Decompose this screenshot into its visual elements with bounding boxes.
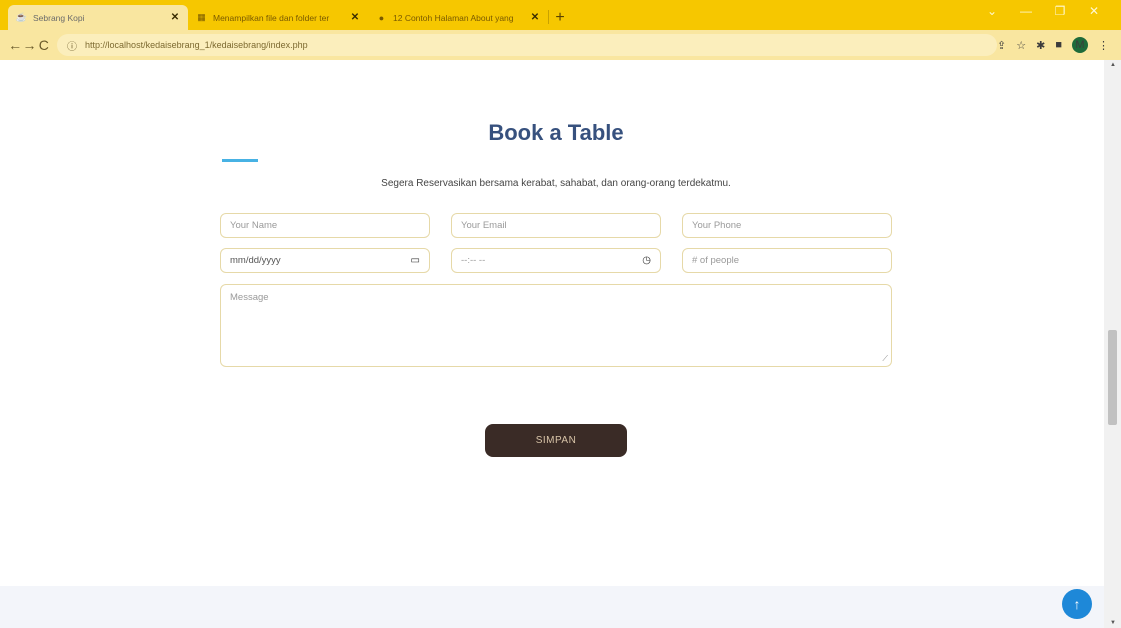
back-to-top-button[interactable]: ↑ xyxy=(1062,589,1092,619)
date-field[interactable]: mm/dd/yyyy ▭ xyxy=(220,248,430,273)
calendar-icon[interactable]: ▭ xyxy=(411,255,420,266)
tab-title: Sebrang Kopi xyxy=(33,12,85,23)
page-favicon-icon: ☕ xyxy=(15,12,28,22)
tab-menampilkan-file[interactable]: ▦ Menampilkan file dan folder ter ✕ xyxy=(188,5,368,30)
close-icon[interactable]: ✕ xyxy=(350,12,360,23)
profile-avatar[interactable]: M xyxy=(1072,37,1088,53)
message-placeholder: Message xyxy=(230,292,269,303)
window-controls: ⌄ — ❐ ✕ xyxy=(975,4,1111,18)
close-icon[interactable]: ✕ xyxy=(170,12,180,23)
minimize-icon[interactable]: — xyxy=(1009,4,1043,18)
title-underline xyxy=(222,159,258,162)
date-value: mm/dd/yyyy xyxy=(230,255,281,266)
submit-button[interactable]: SIMPAN xyxy=(485,424,627,457)
url-text: http://localhost/kedaisebrang_1/kedaiseb… xyxy=(85,40,308,50)
tab-search-icon[interactable]: ⌄ xyxy=(975,4,1009,18)
site-favicon-icon: ● xyxy=(378,12,385,23)
section-subtitle: Segera Reservasikan bersama kerabat, sah… xyxy=(381,178,731,189)
tab-contoh-halaman[interactable]: ● 12 Contoh Halaman About yang ✕ xyxy=(368,5,548,30)
time-field[interactable]: --:-- -- ◷ xyxy=(451,248,661,273)
forward-icon[interactable]: → xyxy=(22,37,37,53)
menu-icon[interactable]: ⋮ xyxy=(1098,39,1109,52)
toolbar-actions: ⇪ ☆ ✱ ■ M ⋮ xyxy=(997,37,1113,53)
window-close-icon[interactable]: ✕ xyxy=(1077,4,1111,18)
people-field[interactable]: # of people xyxy=(682,248,892,273)
microsoft-favicon-icon: ▦ xyxy=(197,12,206,22)
time-value: --:-- -- xyxy=(461,255,486,266)
people-placeholder: # of people xyxy=(692,255,740,266)
bookmark-star-icon[interactable]: ☆ xyxy=(1016,39,1026,52)
section-title: Book a Table xyxy=(488,120,624,145)
extensions-icon[interactable]: ✱ xyxy=(1036,39,1045,52)
scrollbar-thumb[interactable] xyxy=(1108,330,1117,425)
name-placeholder: Your Name xyxy=(230,220,278,231)
site-info-icon[interactable]: ⓘ xyxy=(67,38,77,53)
email-field[interactable]: Your Email xyxy=(451,213,661,238)
address-bar[interactable]: ⓘ http://localhost/kedaisebrang_1/kedais… xyxy=(57,34,998,56)
phone-field[interactable]: Your Phone xyxy=(682,213,892,238)
sidepanel-icon[interactable]: ■ xyxy=(1055,39,1062,51)
phone-placeholder: Your Phone xyxy=(692,220,742,231)
tab-sebrang-kopi[interactable]: ☕ Sebrang Kopi ✕ xyxy=(8,5,188,30)
browser-toolbar: ← → C ⓘ http://localhost/kedaisebrang_1/… xyxy=(0,30,1121,60)
email-placeholder: Your Email xyxy=(461,220,507,231)
close-icon[interactable]: ✕ xyxy=(530,12,540,23)
new-tab-icon[interactable]: + xyxy=(549,5,571,30)
footer-section xyxy=(0,586,1104,628)
back-icon[interactable]: ← xyxy=(8,37,22,53)
scroll-down-icon[interactable]: ▼ xyxy=(1110,620,1116,626)
restore-icon[interactable]: ❐ xyxy=(1043,4,1077,18)
scroll-up-icon[interactable]: ▲ xyxy=(1110,62,1116,68)
name-field[interactable]: Your Name xyxy=(220,213,430,238)
reload-icon[interactable]: C xyxy=(37,37,51,53)
browser-tab-bar: ☕ Sebrang Kopi ✕ ▦ Menampilkan file dan … xyxy=(0,0,1121,30)
share-icon[interactable]: ⇪ xyxy=(997,39,1006,52)
tab-title: 12 Contoh Halaman About yang xyxy=(393,12,514,23)
tab-title: Menampilkan file dan folder ter xyxy=(213,12,330,23)
clock-icon[interactable]: ◷ xyxy=(642,255,651,266)
arrow-up-icon: ↑ xyxy=(1073,596,1081,612)
resize-handle-icon[interactable]: ⟋ xyxy=(882,354,888,364)
message-field[interactable]: Message ⟋ xyxy=(220,284,892,367)
